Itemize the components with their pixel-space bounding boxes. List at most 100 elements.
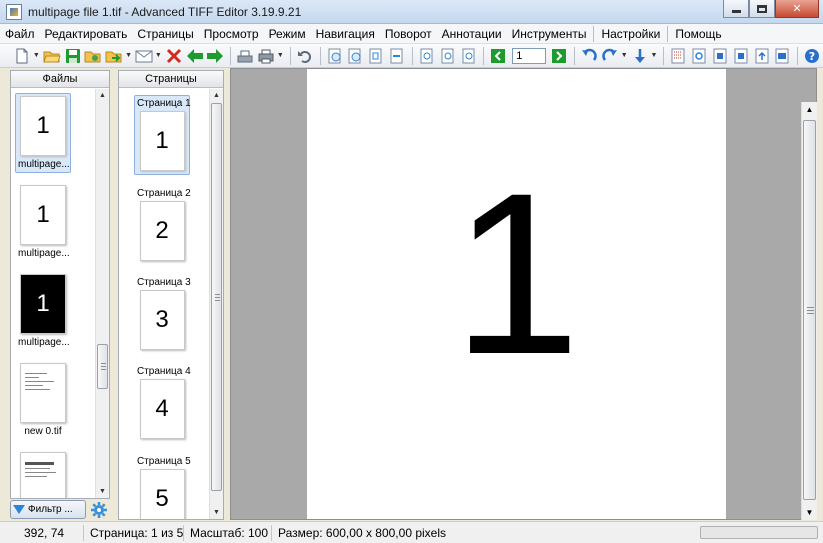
filter-settings-button[interactable] [90, 500, 108, 519]
pages-scroll-thumb[interactable] [211, 103, 222, 491]
zoom-in-button[interactable] [325, 46, 345, 66]
page-item[interactable]: Страница 3 3 [134, 274, 191, 354]
flip-button[interactable] [630, 46, 650, 66]
status-scale: Масштаб: 100 [184, 524, 272, 541]
help-button[interactable]: ? [802, 46, 822, 66]
files-scrollbar[interactable]: ▲ ▼ [95, 89, 109, 498]
tool-search-button[interactable] [689, 46, 709, 66]
new-file-dropdown[interactable]: ▼ [33, 46, 40, 66]
menu-view[interactable]: Просмотр [199, 24, 264, 44]
menu-edit[interactable]: Редактировать [40, 24, 133, 44]
tool-image-button[interactable] [773, 46, 793, 66]
fit-page-button[interactable] [366, 46, 386, 66]
export-button[interactable] [104, 46, 124, 66]
text-page-icon [734, 48, 748, 63]
scroll-down-icon[interactable]: ▼ [96, 485, 109, 498]
actual-size-button[interactable] [438, 46, 458, 66]
image-viewer[interactable]: 1 [230, 68, 817, 520]
tool-text-button[interactable] [710, 46, 730, 66]
arrow-left-icon [186, 48, 203, 63]
file-item[interactable]: new 0.tif [15, 360, 71, 440]
viewer-scrollbar[interactable]: ▲ ▼ [801, 102, 817, 520]
file-item-frame [15, 449, 71, 498]
page-number-input[interactable] [512, 47, 547, 64]
print-dropdown[interactable]: ▼ [277, 46, 284, 66]
scroll-up-icon[interactable]: ▲ [96, 89, 109, 102]
filter-label: Фильтр ... [28, 504, 73, 515]
menu-rotate[interactable]: Поворот [380, 24, 437, 44]
magnifier-page-icon [441, 48, 454, 63]
pages-pane: Страницы Страница 1 1 Страница 2 2 Стран… [118, 70, 224, 520]
menu-annotations[interactable]: Аннотации [437, 24, 507, 44]
scroll-down-icon[interactable]: ▼ [802, 505, 817, 520]
zoom-out-button[interactable] [345, 46, 365, 66]
viewer-scroll-thumb[interactable] [803, 120, 816, 500]
status-size: Размер: 600,00 x 800,00 pixels [278, 525, 446, 540]
tool-text-alt-button[interactable] [731, 46, 751, 66]
page-item[interactable]: Страница 4 4 [134, 363, 191, 443]
save-icon [65, 48, 80, 63]
pages-scrollbar[interactable]: ▲ ▼ [209, 89, 223, 519]
window-controls: ✕ [723, 0, 819, 18]
scroll-up-icon[interactable]: ▲ [210, 89, 223, 102]
next-page-button[interactable] [549, 46, 569, 66]
next-file-button[interactable] [205, 46, 225, 66]
pages-pane-header: Страницы [119, 71, 223, 88]
toolbar-separator [411, 46, 413, 65]
minimize-button[interactable] [723, 0, 749, 18]
scan-button[interactable] [235, 46, 255, 66]
menu-tools[interactable]: Инструменты [507, 24, 592, 44]
file-item-frame: 1 multipage... [15, 182, 71, 262]
previous-page-button[interactable] [488, 46, 508, 66]
rotate-right-button[interactable] [600, 46, 620, 66]
save-button[interactable] [63, 46, 83, 66]
file-item[interactable]: 1 multipage... [15, 93, 71, 173]
email-button[interactable] [134, 46, 154, 66]
menu-settings[interactable]: Настройки [596, 24, 665, 44]
menu-file[interactable]: Файл [0, 24, 40, 44]
email-dropdown[interactable]: ▼ [155, 46, 162, 66]
scroll-grip [215, 294, 220, 295]
zoom-selection-button[interactable] [459, 46, 479, 66]
page-item[interactable]: Страница 2 2 [134, 185, 191, 265]
scroll-grip [215, 297, 220, 298]
close-button[interactable]: ✕ [775, 0, 819, 18]
flip-dropdown[interactable]: ▼ [650, 46, 657, 66]
print-button[interactable] [256, 46, 276, 66]
open-button[interactable] [42, 46, 62, 66]
rotate-dropdown[interactable]: ▼ [621, 46, 628, 66]
page-item-frame: Страница 4 4 [134, 363, 191, 443]
image-page[interactable]: 1 [307, 69, 726, 519]
menu-pages[interactable]: Страницы [132, 24, 198, 44]
rotate-left-button[interactable] [579, 46, 599, 66]
file-thumbnail: 1 [20, 185, 66, 245]
file-item[interactable]: 1 multipage... [15, 182, 71, 262]
rotate-right-icon [602, 48, 617, 61]
printer-icon [258, 49, 274, 63]
menu-navigation[interactable]: Навигация [311, 24, 380, 44]
svg-text:?: ? [809, 50, 815, 63]
previous-file-button[interactable] [185, 46, 205, 66]
file-thumbnail-document [20, 452, 66, 498]
new-file-button[interactable] [12, 46, 32, 66]
page-content-number: 1 [452, 145, 581, 402]
page-item[interactable]: Страница 1 1 [134, 95, 191, 175]
export-dropdown[interactable]: ▼ [125, 46, 132, 66]
file-item[interactable]: 1 multipage... [15, 271, 71, 351]
scroll-down-icon[interactable]: ▼ [210, 506, 223, 519]
maximize-button[interactable] [749, 0, 775, 18]
filter-button[interactable]: Фильтр ... [10, 500, 86, 519]
menu-help[interactable]: Помощь [670, 24, 726, 44]
fit-width-button[interactable] [387, 46, 407, 66]
page-item[interactable]: Страница 5 5 [134, 453, 191, 519]
tool-upload-button[interactable] [752, 46, 772, 66]
scroll-up-icon[interactable]: ▲ [802, 102, 817, 117]
tool-grid-button[interactable] [668, 46, 688, 66]
delete-button[interactable] [164, 46, 184, 66]
file-item[interactable] [15, 449, 71, 498]
undo-button[interactable] [295, 46, 315, 66]
zoom-page-button[interactable] [417, 46, 437, 66]
menu-mode[interactable]: Режим [264, 24, 311, 44]
files-scroll-thumb[interactable] [97, 344, 108, 389]
save-as-button[interactable] [83, 46, 103, 66]
